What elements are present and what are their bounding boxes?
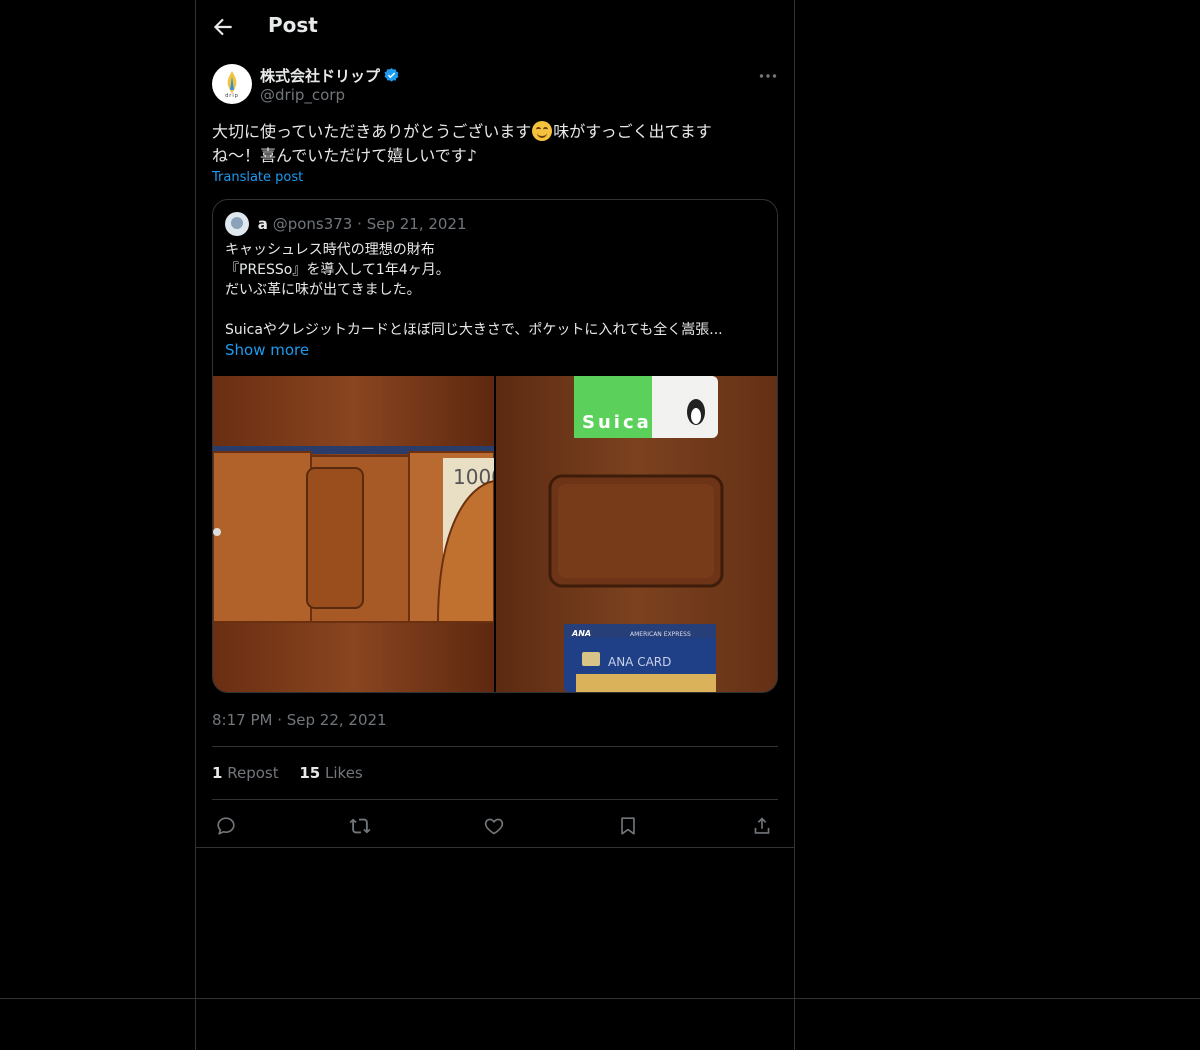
bookmark-icon xyxy=(621,817,635,835)
more-dots-icon xyxy=(759,74,777,78)
wallet-closed-photo[interactable]: Suica ANA AMERICAN EXPRESS ANA CARD xyxy=(496,376,777,692)
suica-card-text: Suica xyxy=(582,412,652,433)
post-text-part1: 大切に使っていただきありがとうございます xyxy=(212,122,532,141)
repost-button[interactable] xyxy=(346,812,374,840)
action-bar xyxy=(212,812,778,840)
bookmark-button[interactable] xyxy=(614,812,642,840)
ana-card-label: ANA CARD xyxy=(608,655,671,669)
author-name[interactable]: 株式会社ドリップ xyxy=(260,65,400,86)
wallet-open-photo[interactable]: 1000 xyxy=(213,376,494,692)
wallet-closed-illustration: Suica ANA AMERICAN EXPRESS ANA CARD xyxy=(496,376,777,692)
post-timestamp[interactable]: 8:17 PM · Sep 22, 2021 xyxy=(212,711,387,729)
smiling-face-emoji-icon xyxy=(532,121,553,141)
quoted-line xyxy=(225,300,765,320)
avatar-logo-text: drip xyxy=(225,93,239,99)
reposts-label: Repost xyxy=(227,764,279,782)
wallet-open-illustration: 1000 xyxy=(213,376,494,692)
post-author: drip 株式会社ドリップ @drip_corp xyxy=(212,64,778,108)
share-icon xyxy=(754,817,770,834)
quoted-line: Suicaやクレジットカードとほぼ同じ大きさで、ポケットに入れても全く嵩張... xyxy=(225,322,723,338)
translate-post-link[interactable]: Translate post xyxy=(212,170,303,185)
post-text-part2: 味がすっごく出てます xyxy=(553,122,712,141)
page-header: Post xyxy=(196,0,794,53)
likes-count: 15 xyxy=(299,764,321,782)
ana-card-network: AMERICAN EXPRESS xyxy=(630,631,691,638)
repost-icon xyxy=(349,818,371,834)
heart-icon xyxy=(484,818,504,835)
reply-icon xyxy=(217,817,235,835)
author-name-text: 株式会社ドリップ xyxy=(260,67,381,85)
quoted-line: 『PRESSo』を導入して1年4ヶ月。 xyxy=(225,262,450,278)
quoted-author-handle: @pons373 xyxy=(272,215,353,233)
reply-button[interactable] xyxy=(212,812,240,840)
back-button[interactable] xyxy=(210,14,236,40)
likes-stat[interactable]: 15 Likes xyxy=(299,764,362,782)
verified-badge-icon xyxy=(384,68,399,82)
page-title: Post xyxy=(268,13,318,37)
like-button[interactable] xyxy=(480,812,508,840)
reposts-count: 1 xyxy=(212,764,223,782)
ana-card-brand: ANA xyxy=(571,629,591,638)
quoted-date: Sep 21, 2021 xyxy=(366,215,467,233)
arrow-left-icon xyxy=(213,18,232,36)
likes-label: Likes xyxy=(325,764,363,782)
quoted-post-text: キャッシュレス時代の理想の財布 『PRESSo』を導入して1年4ヶ月。 だいぶ革… xyxy=(225,240,765,340)
reposts-stat[interactable]: 1 Repost xyxy=(212,764,279,782)
quoted-author-name: a xyxy=(257,215,268,233)
more-button[interactable] xyxy=(758,66,778,86)
divider xyxy=(212,799,778,800)
divider xyxy=(196,847,794,848)
emoji-mouth xyxy=(537,132,548,138)
avatar[interactable]: drip xyxy=(212,64,252,104)
quoted-line: キャッシュレス時代の理想の財布 xyxy=(225,242,435,258)
share-button[interactable] xyxy=(748,812,776,840)
divider xyxy=(212,746,778,747)
main-column: Post drip 株式会社ドリップ @drip_corp 大切に使っていただき… xyxy=(195,0,795,1050)
quoted-media: 1000 Suica xyxy=(213,376,777,692)
post-stats: 1 Repost 15 Likes xyxy=(212,764,379,782)
post-text: 大切に使っていただきありがとうございます 味がすっごく出てます ね〜！喜んでいただ… xyxy=(212,120,778,168)
quoted-post[interactable]: a @pons373 · Sep 21, 2021 キャッシュレス時代の理想の財… xyxy=(212,199,778,693)
quoted-line: だいぶ革に味が出てきました。 xyxy=(225,282,421,298)
quoted-avatar[interactable] xyxy=(225,212,249,236)
show-more-link[interactable]: Show more xyxy=(225,341,309,359)
post-text-part3: ね〜！喜んでいただけて嬉しいです♪ xyxy=(212,146,477,165)
meta-dot: · xyxy=(357,215,362,233)
author-handle[interactable]: @drip_corp xyxy=(260,86,345,104)
quoted-post-header: a @pons373 · Sep 21, 2021 xyxy=(225,212,467,236)
